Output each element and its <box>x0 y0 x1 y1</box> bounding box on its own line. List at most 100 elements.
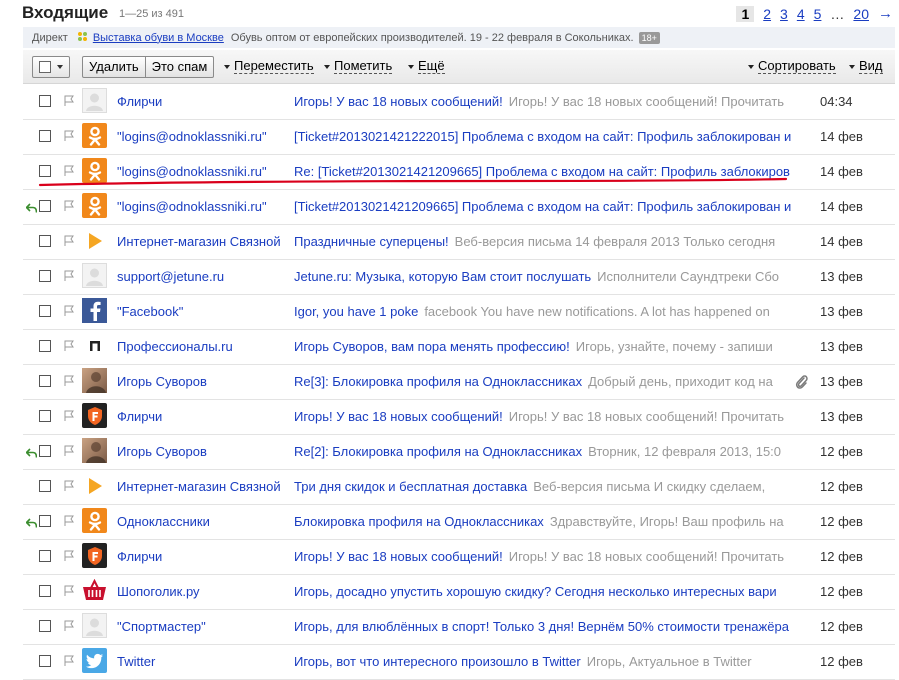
message-row[interactable]: Одноклассники Блокировка профиля на Однок… <box>23 504 895 540</box>
select-all-button[interactable] <box>32 56 70 78</box>
sender-name[interactable]: support@jetune.ru <box>117 269 224 284</box>
flag-icon[interactable] <box>63 200 75 212</box>
message-checkbox[interactable] <box>39 270 51 282</box>
message-subject-line[interactable]: Igor, you have 1 poke facebook You have n… <box>294 304 811 319</box>
message-checkbox[interactable] <box>39 550 51 562</box>
message-row[interactable]: "Спортмастер" Игорь, для влюблённых в спо… <box>23 609 895 645</box>
message-row[interactable]: Флирчи Игорь! У вас 18 новых сообщений! Иг… <box>23 539 895 575</box>
view-menu[interactable]: Вид <box>849 58 883 74</box>
message-subject-line[interactable]: Игорь, для влюблённых в спорт! Только 3 … <box>294 619 811 634</box>
message-checkbox[interactable] <box>39 585 51 597</box>
message-checkbox[interactable] <box>39 130 51 142</box>
sender-name[interactable]: Игорь Суворов <box>117 374 207 389</box>
message-checkbox[interactable] <box>39 235 51 247</box>
message-subject-line[interactable]: Игорь, вот что интересного произошло в T… <box>294 654 811 669</box>
message-subject-line[interactable]: Блокировка профиля на Одноклассниках Здра… <box>294 514 811 529</box>
page-4[interactable]: 4 <box>797 6 805 22</box>
sender-name[interactable]: Одноклассники <box>117 514 210 529</box>
message-row[interactable]: Интернет-магазин Связной Праздничные супе… <box>23 224 895 260</box>
message-checkbox[interactable] <box>39 305 51 317</box>
move-menu[interactable]: Переместить <box>224 58 314 74</box>
message-subject-line[interactable]: Три дня скидок и бесплатная доставка Веб-… <box>294 479 811 494</box>
message-subject-line[interactable]: Игорь! У вас 18 новых сообщений! Игорь! У… <box>294 409 811 424</box>
message-row[interactable]: "Facebook" Igor, you have 1 poke facebook … <box>23 294 895 330</box>
flag-icon[interactable] <box>63 340 75 352</box>
message-row[interactable]: Игорь Суворов Re[3]: Блокировка профиля н… <box>23 364 895 400</box>
flag-icon[interactable] <box>63 95 75 107</box>
sender-name[interactable]: "logins@odnoklassniki.ru" <box>117 129 267 144</box>
sender-name[interactable]: "logins@odnoklassniki.ru" <box>117 199 267 214</box>
sort-menu[interactable]: Сортировать <box>748 58 836 74</box>
flag-icon[interactable] <box>63 270 75 282</box>
message-row[interactable]: Шопоголик.ру Игорь, досадно упустить хоро… <box>23 574 895 610</box>
direct-ad-link[interactable]: Выставка обуви в Москве <box>93 32 224 44</box>
message-row[interactable]: Профессионалы.ru Игорь Суворов, вам пора … <box>23 329 895 365</box>
sender-name[interactable]: Интернет-магазин Связной <box>117 479 281 494</box>
message-subject-line[interactable]: Re[3]: Блокировка профиля на Одноклассни… <box>294 374 811 389</box>
flag-icon[interactable] <box>63 375 75 387</box>
message-subject-line[interactable]: Игорь! У вас 18 новых сообщений! Игорь! У… <box>294 549 811 564</box>
message-checkbox[interactable] <box>39 95 51 107</box>
message-subject-line[interactable]: Игорь! У вас 18 новых сообщений! Игорь! У… <box>294 94 811 109</box>
message-row[interactable]: support@jetune.ru Jetune.ru: Музыка, кото… <box>23 259 895 295</box>
page-3[interactable]: 3 <box>780 6 788 22</box>
message-subject-line[interactable]: Игорь Суворов, вам пора менять профессию… <box>294 339 811 354</box>
sender-name[interactable]: Флирчи <box>117 94 162 109</box>
page-1[interactable]: 1 <box>736 5 755 22</box>
message-row[interactable]: Флирчи Игорь! У вас 18 новых сообщений! Иг… <box>23 84 895 120</box>
message-row[interactable]: "logins@odnoklassniki.ru" [Ticket#2013021… <box>23 189 895 225</box>
message-date: 12 фев <box>820 444 863 459</box>
message-subject: Игорь Суворов, вам пора менять профессию… <box>294 339 570 354</box>
page-5[interactable]: 5 <box>814 6 822 22</box>
flag-icon[interactable] <box>63 235 75 247</box>
flag-icon[interactable] <box>63 550 75 562</box>
sender-name[interactable]: Игорь Суворов <box>117 444 207 459</box>
delete-button[interactable]: Удалить <box>82 56 146 78</box>
message-row[interactable]: Интернет-магазин Связной Три дня скидок и… <box>23 469 895 505</box>
message-checkbox[interactable] <box>39 410 51 422</box>
message-row[interactable]: Twitter Игорь, вот что интересного произо… <box>23 644 895 680</box>
select-all-checkbox[interactable] <box>39 61 51 73</box>
message-checkbox[interactable] <box>39 515 51 527</box>
message-subject-line[interactable]: Jetune.ru: Музыка, которую Вам стоит пос… <box>294 269 811 284</box>
sender-name[interactable]: Профессионалы.ru <box>117 339 233 354</box>
flag-icon[interactable] <box>63 515 75 527</box>
message-subject-line[interactable]: [Ticket#2013021421209665] Проблема с вхо… <box>294 199 811 214</box>
spam-button[interactable]: Это спам <box>145 56 215 78</box>
message-row[interactable]: "logins@odnoklassniki.ru" [Ticket#2013021… <box>23 119 895 155</box>
flag-icon[interactable] <box>63 655 75 667</box>
message-row[interactable]: Флирчи Игорь! У вас 18 новых сообщений! Иг… <box>23 399 895 435</box>
more-menu[interactable]: Ещё <box>408 58 445 74</box>
message-subject-line[interactable]: [Ticket#2013021421222015] Проблема с вхо… <box>294 129 811 144</box>
flag-icon[interactable] <box>63 620 75 632</box>
message-preview: Игорь! У вас 18 новых сообщений! Прочита… <box>508 409 785 424</box>
message-checkbox[interactable] <box>39 655 51 667</box>
message-row[interactable]: Игорь Суворов Re[2]: Блокировка профиля н… <box>23 434 895 470</box>
sender-name[interactable]: Twitter <box>117 654 155 669</box>
sender-name[interactable]: Интернет-магазин Связной <box>117 234 281 249</box>
flag-icon[interactable] <box>63 130 75 142</box>
message-checkbox[interactable] <box>39 620 51 632</box>
flag-icon[interactable] <box>63 445 75 457</box>
flag-icon[interactable] <box>63 585 75 597</box>
message-checkbox[interactable] <box>39 340 51 352</box>
message-checkbox[interactable] <box>39 375 51 387</box>
next-page-arrow-icon[interactable]: → <box>878 5 893 22</box>
sender-name[interactable]: Флирчи <box>117 549 162 564</box>
flag-icon[interactable] <box>63 305 75 317</box>
flag-icon[interactable] <box>63 410 75 422</box>
sender-name[interactable]: Флирчи <box>117 409 162 424</box>
page-20[interactable]: 20 <box>853 6 869 22</box>
page-2[interactable]: 2 <box>763 6 771 22</box>
message-checkbox[interactable] <box>39 480 51 492</box>
message-subject-line[interactable]: Игорь, досадно упустить хорошую скидку? … <box>294 584 811 599</box>
sender-name[interactable]: Шопоголик.ру <box>117 584 200 599</box>
sender-name[interactable]: "Спортмастер" <box>117 619 206 634</box>
message-subject-line[interactable]: Re[2]: Блокировка профиля на Одноклассни… <box>294 444 811 459</box>
flag-icon[interactable] <box>63 480 75 492</box>
message-checkbox[interactable] <box>39 200 51 212</box>
message-checkbox[interactable] <box>39 445 51 457</box>
mark-menu[interactable]: Пометить <box>324 58 393 74</box>
sender-name[interactable]: "Facebook" <box>117 304 183 319</box>
message-subject-line[interactable]: Праздничные суперцены! Веб-версия письма … <box>294 234 811 249</box>
